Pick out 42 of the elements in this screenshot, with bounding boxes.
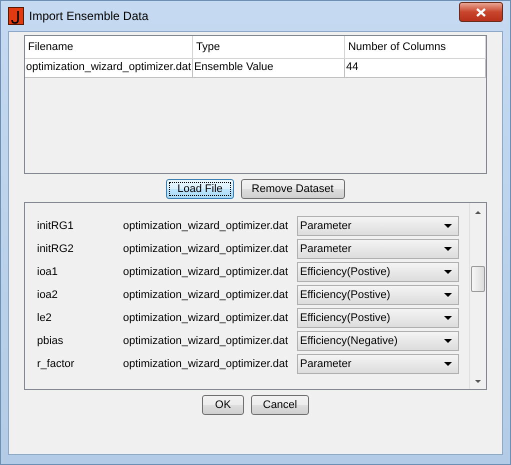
type-dropdown[interactable]: Efficiency(Negative) bbox=[297, 331, 459, 351]
type-dropdown[interactable]: Efficiency(Postive) bbox=[297, 308, 459, 328]
file-name: optimization_wizard_optimizer.dat bbox=[123, 266, 290, 278]
file-name: optimization_wizard_optimizer.dat bbox=[123, 312, 290, 324]
variable-name: pbias bbox=[37, 335, 64, 347]
variable-name: initRG2 bbox=[37, 243, 75, 255]
dropdown-arrow-icon bbox=[444, 224, 452, 228]
type-dropdown[interactable]: Parameter bbox=[297, 239, 459, 259]
column-header[interactable]: Number of Columns bbox=[345, 36, 486, 59]
variable-name: ioa1 bbox=[37, 266, 59, 278]
table-cell: Ensemble Value bbox=[193, 59, 346, 78]
ok-button[interactable]: OK bbox=[202, 395, 244, 415]
file-name: optimization_wizard_optimizer.dat bbox=[123, 220, 290, 232]
dropdown-arrow-icon bbox=[444, 362, 452, 366]
dropdown-arrow-icon bbox=[444, 339, 452, 343]
close-icon[interactable] bbox=[459, 2, 503, 22]
dropdown-arrow-icon bbox=[444, 316, 452, 320]
dropdown-arrow-icon bbox=[444, 270, 452, 274]
variable-name: r_factor bbox=[37, 358, 76, 370]
type-dropdown[interactable]: Efficiency(Postive) bbox=[297, 285, 459, 305]
dropdown-arrow-icon bbox=[444, 293, 452, 297]
type-dropdown[interactable]: Efficiency(Postive) bbox=[297, 262, 459, 282]
file-name: optimization_wizard_optimizer.dat bbox=[123, 243, 290, 255]
app-logo-icon bbox=[8, 7, 24, 25]
variable-name: le2 bbox=[37, 312, 53, 324]
file-name: optimization_wizard_optimizer.dat bbox=[123, 358, 290, 370]
window-title: Import Ensemble Data bbox=[29, 9, 150, 23]
column-header[interactable]: Filename bbox=[25, 36, 194, 59]
remove-dataset-button[interactable]: Remove Dataset bbox=[240, 179, 345, 199]
file-name: optimization_wizard_optimizer.dat bbox=[123, 289, 290, 301]
table-cell: 44 bbox=[345, 59, 486, 78]
file-name: optimization_wizard_optimizer.dat bbox=[123, 335, 290, 347]
dropdown-arrow-icon bbox=[444, 247, 452, 251]
scrollbar[interactable] bbox=[469, 203, 486, 389]
load-file-button[interactable]: Load File bbox=[166, 179, 234, 199]
variable-name: ioa2 bbox=[37, 289, 59, 301]
type-dropdown[interactable]: Parameter bbox=[297, 354, 459, 374]
variable-name: initRG1 bbox=[37, 220, 75, 232]
table-cell: optimization_wizard_optimizer.dat bbox=[25, 59, 194, 78]
column-header[interactable]: Type bbox=[193, 36, 346, 59]
cancel-button[interactable]: Cancel bbox=[251, 395, 309, 415]
type-dropdown[interactable]: Parameter bbox=[297, 216, 459, 236]
